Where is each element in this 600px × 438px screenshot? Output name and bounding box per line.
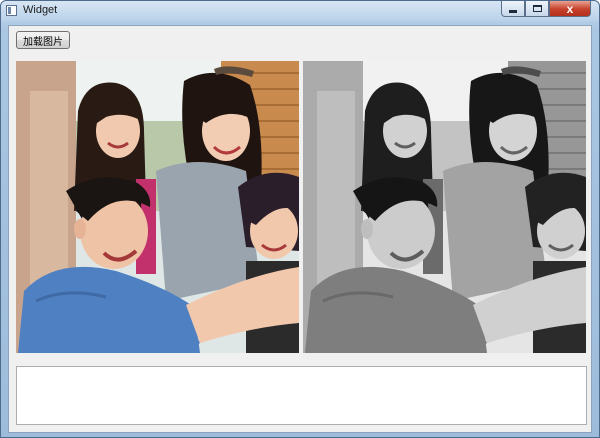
original-photo-icon (16, 61, 299, 353)
maximize-icon (532, 5, 542, 12)
minimize-icon (509, 9, 517, 13)
title-bar[interactable]: Widget x (1, 1, 599, 21)
close-button[interactable]: x (549, 1, 591, 17)
app-window: Widget x 加载图片 (0, 0, 600, 438)
minimize-button[interactable] (501, 1, 525, 17)
app-icon (6, 5, 17, 16)
grayscale-image (303, 61, 586, 353)
load-image-button[interactable]: 加载图片 (16, 31, 70, 49)
maximize-button[interactable] (525, 1, 549, 17)
window-title: Widget (23, 4, 58, 16)
close-icon: x (566, 1, 574, 16)
output-text-area[interactable] (16, 366, 587, 425)
grayscale-photo-icon (303, 61, 586, 353)
client-area: 加载图片 (8, 25, 592, 433)
original-image (16, 61, 299, 353)
caption-buttons: x (501, 1, 591, 18)
